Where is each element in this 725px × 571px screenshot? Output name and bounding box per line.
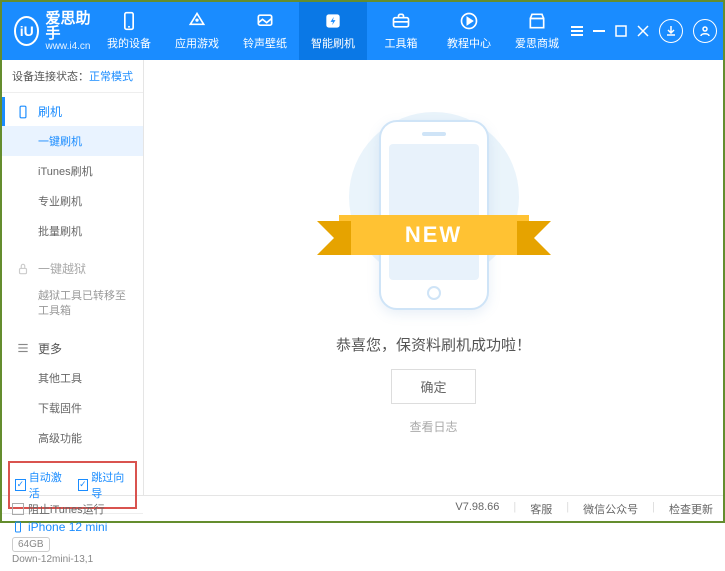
checkbox-icon: ✓ [15,479,26,491]
nav-label: 教程中心 [447,35,491,51]
nav-label: 应用游戏 [175,35,219,51]
app-url: www.i4.cn [45,41,95,52]
status-value: 正常模式 [89,71,133,83]
jailbreak-note: 越狱工具已转移至工具箱 [2,283,143,326]
download-button[interactable] [659,19,683,43]
wechat-link[interactable]: 微信公众号 [583,501,638,517]
new-ribbon: NEW [339,215,529,255]
main-content: NEW 恭喜您，保资料刷机成功啦！ 确定 查看日志 [144,60,723,495]
logo-icon: iU [14,16,39,46]
store-icon [527,11,547,31]
minimize-icon[interactable] [593,25,605,37]
tutorial-icon [459,11,479,31]
nav-store[interactable]: 爱思商城 [503,2,571,60]
section-label: 更多 [38,340,62,357]
user-icon [699,25,711,37]
checkbox-label: 自动激活 [29,469,68,501]
checkbox-skip-guide[interactable]: ✓ 跳过向导 [78,469,131,501]
device-info-box[interactable]: iPhone 12 mini 64GB Down-12mini-13,1 [2,513,143,571]
top-nav: 我的设备 应用游戏 铃声壁纸 智能刷机 工具箱 教程中心 爱思商城 [95,2,571,60]
nav-apps[interactable]: 应用游戏 [163,2,231,60]
phone-icon [12,520,24,534]
header-right [571,19,717,43]
sidebar-item-download-firmware[interactable]: 下载固件 [2,393,143,423]
device-storage-badge: 64GB [12,537,50,552]
nav-toolbox[interactable]: 工具箱 [367,2,435,60]
checkbox-icon: ✓ [78,479,89,491]
sidebar-item-other-tools[interactable]: 其他工具 [2,363,143,393]
check-update-link[interactable]: 检查更新 [669,501,713,517]
nav-label: 智能刷机 [311,35,355,51]
download-icon [665,25,677,37]
success-illustration: NEW [359,120,509,320]
nav-wallpaper[interactable]: 铃声壁纸 [231,2,299,60]
sidebar-section-jailbreak[interactable]: 一键越狱 [2,254,143,283]
device-detail: Down-12mini-13,1 [12,554,133,565]
checkbox-label: 跳过向导 [91,469,130,501]
ok-button[interactable]: 确定 [391,369,475,404]
close-icon[interactable] [637,25,649,37]
nav-label: 工具箱 [385,35,418,51]
sidebar-item-one-key-flash[interactable]: 一键刷机 [2,126,143,156]
user-button[interactable] [693,19,717,43]
app-title: 爱思助手 [45,11,95,41]
success-message: 恭喜您，保资料刷机成功啦！ [336,334,531,355]
nav-tutorial[interactable]: 教程中心 [435,2,503,60]
flash-icon [323,11,343,31]
nav-flash[interactable]: 智能刷机 [299,2,367,60]
customer-service-link[interactable]: 客服 [530,501,552,517]
lock-icon [16,262,30,276]
sidebar: 设备连接状态：正常模式 刷机 一键刷机 iTunes刷机 专业刷机 批量刷机 一… [2,60,144,495]
apps-icon [187,11,207,31]
sidebar-item-itunes-flash[interactable]: iTunes刷机 [2,156,143,186]
checkbox-auto-activate[interactable]: ✓ 自动激活 [15,469,68,501]
connection-status: 设备连接状态：正常模式 [2,60,143,93]
phone-icon [119,11,139,31]
maximize-icon[interactable] [615,25,627,37]
nav-label: 我的设备 [107,35,151,51]
phone-icon [16,105,30,119]
sidebar-item-batch-flash[interactable]: 批量刷机 [2,216,143,246]
block-itunes-label: 阻止iTunes运行 [28,501,105,517]
toolbox-icon [391,11,411,31]
checkbox-block-itunes[interactable] [12,503,24,515]
wallpaper-icon [255,11,275,31]
menu-icon[interactable] [571,25,583,37]
view-log-link[interactable]: 查看日志 [409,418,457,435]
list-icon [16,341,30,355]
sidebar-section-more[interactable]: 更多 [2,334,143,363]
section-label: 刷机 [38,103,62,120]
sidebar-section-flash[interactable]: 刷机 [2,97,143,126]
sidebar-item-advanced[interactable]: 高级功能 [2,423,143,453]
nav-label: 铃声壁纸 [243,35,287,51]
sidebar-item-pro-flash[interactable]: 专业刷机 [2,186,143,216]
device-name: iPhone 12 mini [12,520,133,534]
section-label: 一键越狱 [38,260,86,277]
nav-label: 爱思商城 [515,35,559,51]
version-label: V7.98.66 [455,501,499,517]
nav-my-device[interactable]: 我的设备 [95,2,163,60]
app-header: iU 爱思助手 www.i4.cn 我的设备 应用游戏 铃声壁纸 智能刷机 工具… [2,2,723,60]
status-label: 设备连接状态： [12,71,89,83]
logo-area: iU 爱思助手 www.i4.cn [14,11,95,52]
